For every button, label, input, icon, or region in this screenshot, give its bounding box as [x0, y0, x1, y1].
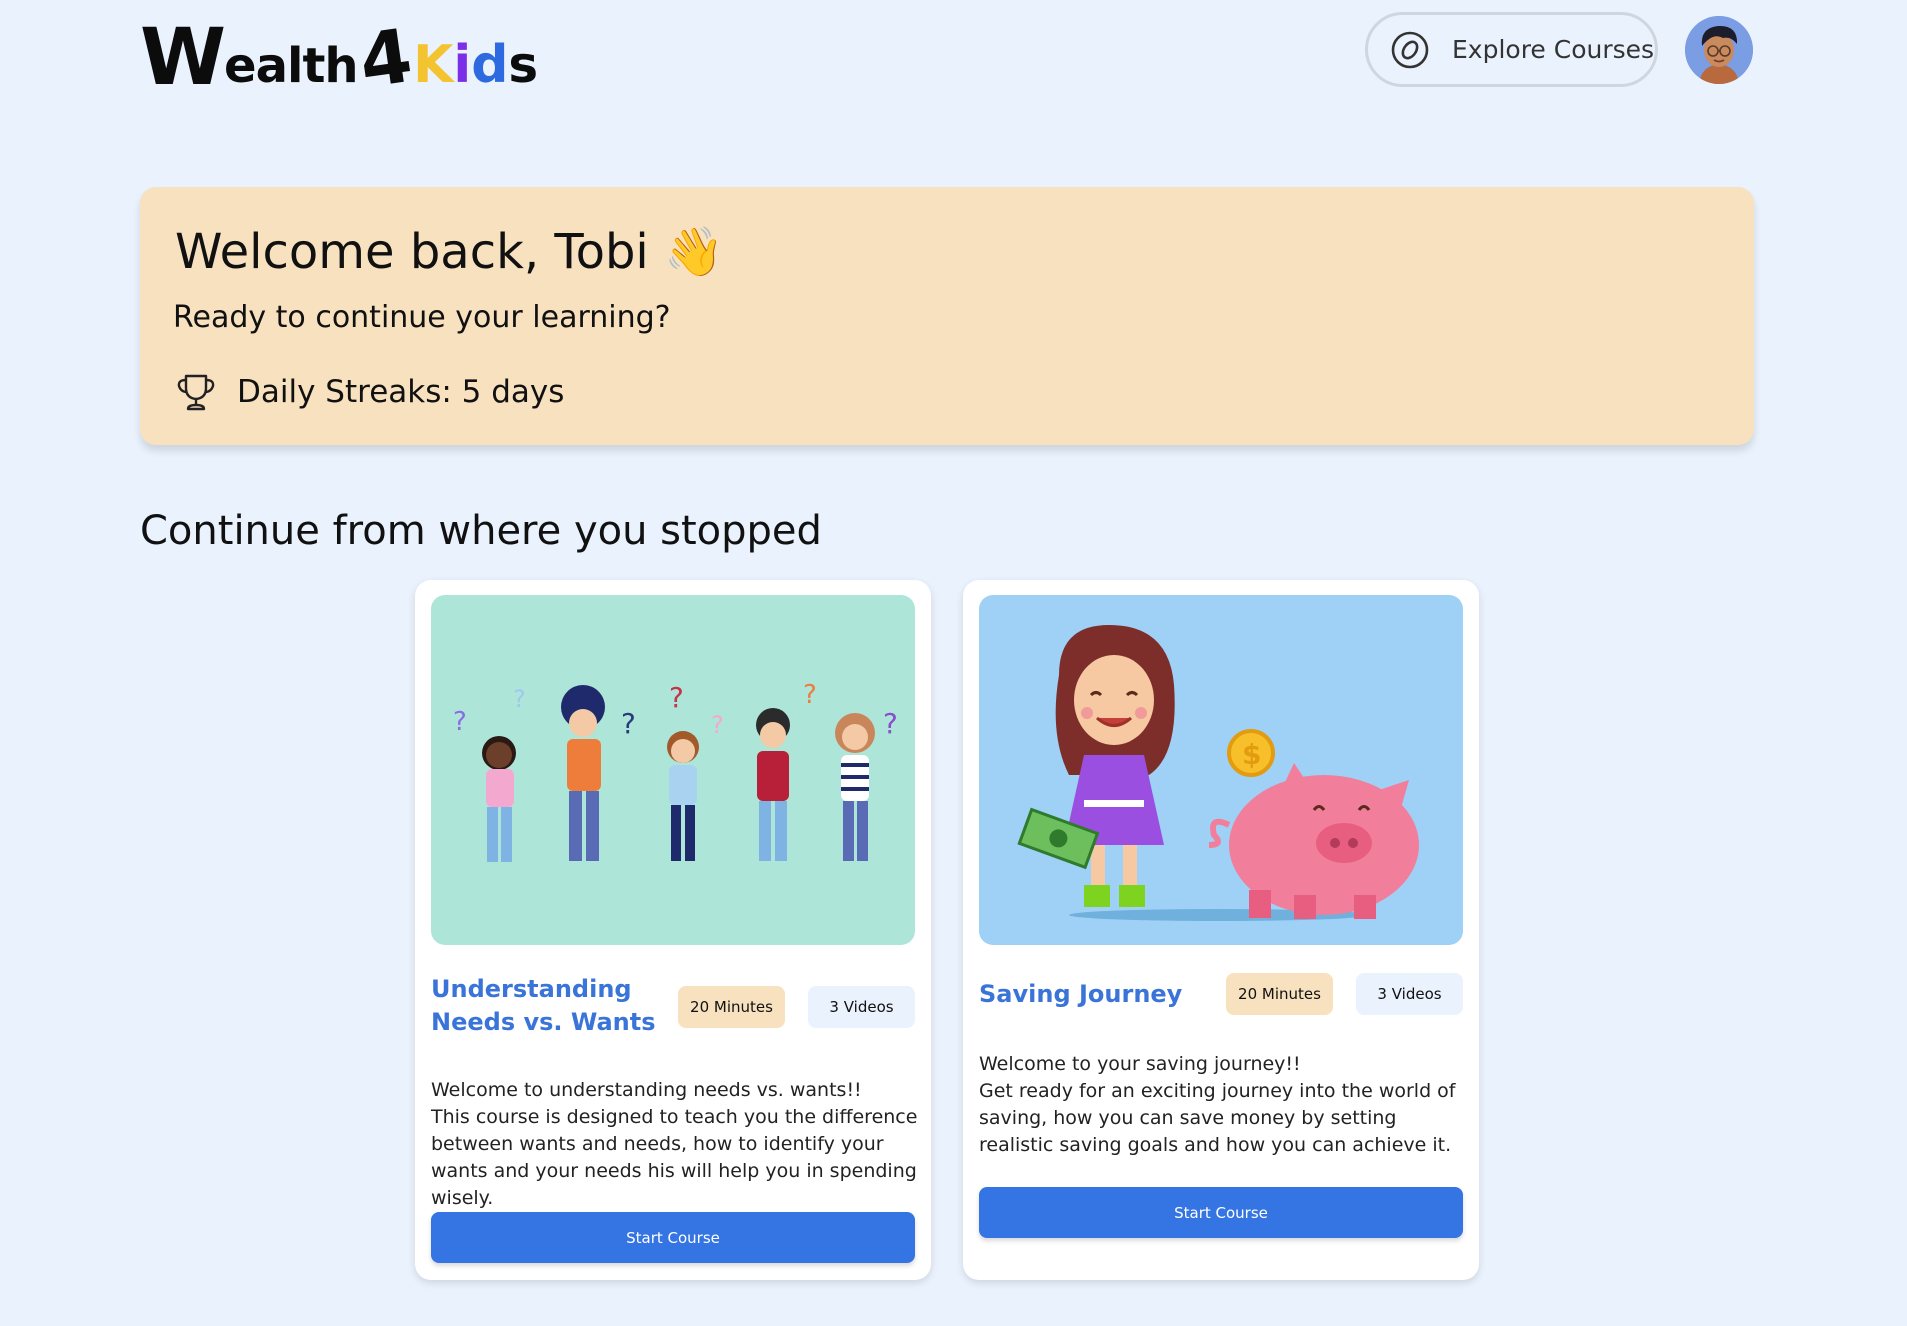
streak-text: Daily Streaks: 5 days — [237, 374, 565, 410]
section-title: Continue from where you stopped — [140, 508, 822, 554]
svg-text:?: ? — [883, 707, 898, 740]
description-intro: Welcome to your saving journey!! — [979, 1053, 1301, 1075]
svg-text:?: ? — [453, 707, 467, 737]
videos-badge: 3 Videos — [1356, 973, 1463, 1015]
logo-number-4: 4 — [353, 12, 417, 106]
course-card[interactable]: ? ? ? ? ? ? ? Understanding Needs vs. Wa… — [415, 580, 931, 1280]
user-avatar[interactable] — [1685, 16, 1753, 84]
explore-courses-button[interactable]: Explore Courses — [1365, 12, 1658, 87]
svg-text:?: ? — [711, 711, 724, 739]
logo-letter-w: W — [140, 13, 226, 103]
description-body: Get ready for an exciting journey into t… — [979, 1080, 1456, 1156]
logo-letter-i: i — [453, 35, 472, 95]
logo-letter-k: K — [413, 35, 454, 95]
course-description: Welcome to your saving journey!! Get rea… — [979, 1051, 1469, 1159]
duration-badge: 20 Minutes — [1226, 973, 1333, 1015]
top-header: W ealth 4 K i d s Explore Courses — [140, 10, 1754, 106]
trophy-icon — [177, 374, 215, 411]
welcome-subtitle: Ready to continue your learning? — [173, 300, 671, 335]
daily-streak: Daily Streaks: 5 days — [175, 370, 564, 414]
videos-badge: 3 Videos — [808, 986, 915, 1028]
wealth4kids-logo[interactable]: W ealth 4 K i d s — [140, 12, 539, 106]
explore-courses-label: Explore Courses — [1452, 35, 1655, 64]
welcome-title: Welcome back, Tobi 👋 — [175, 224, 724, 280]
course-card[interactable]: $ Saving Journey 20 Minutes 3 Videos Wel… — [963, 580, 1479, 1280]
logo-letter-s: s — [508, 36, 539, 94]
svg-text:?: ? — [621, 707, 636, 740]
duration-badge: 20 Minutes — [678, 986, 785, 1028]
svg-text:?: ? — [669, 681, 684, 714]
course-title[interactable]: Saving Journey — [979, 978, 1219, 1011]
description-body: This course is designed to teach you the… — [431, 1106, 918, 1209]
svg-text:$: $ — [1242, 738, 1261, 771]
logo-letter-d: d — [471, 35, 509, 95]
description-intro: Welcome to understanding needs vs. wants… — [431, 1079, 862, 1101]
compass-icon — [1391, 31, 1429, 68]
logo-text-ealth: ealth — [224, 38, 359, 94]
welcome-banner: Welcome back, Tobi 👋 Ready to continue y… — [140, 187, 1754, 445]
avatar-illustration — [1685, 16, 1753, 84]
svg-text:?: ? — [803, 680, 817, 710]
course-image-needs-wants: ? ? ? ? ? ? ? — [431, 595, 915, 945]
course-image-saving-journey: $ — [979, 595, 1463, 945]
start-course-button[interactable]: Start Course — [979, 1187, 1463, 1238]
start-course-button[interactable]: Start Course — [431, 1212, 915, 1263]
course-title[interactable]: Understanding Needs vs. Wants — [431, 973, 671, 1039]
svg-text:?: ? — [513, 685, 526, 713]
course-description: Welcome to understanding needs vs. wants… — [431, 1077, 921, 1212]
